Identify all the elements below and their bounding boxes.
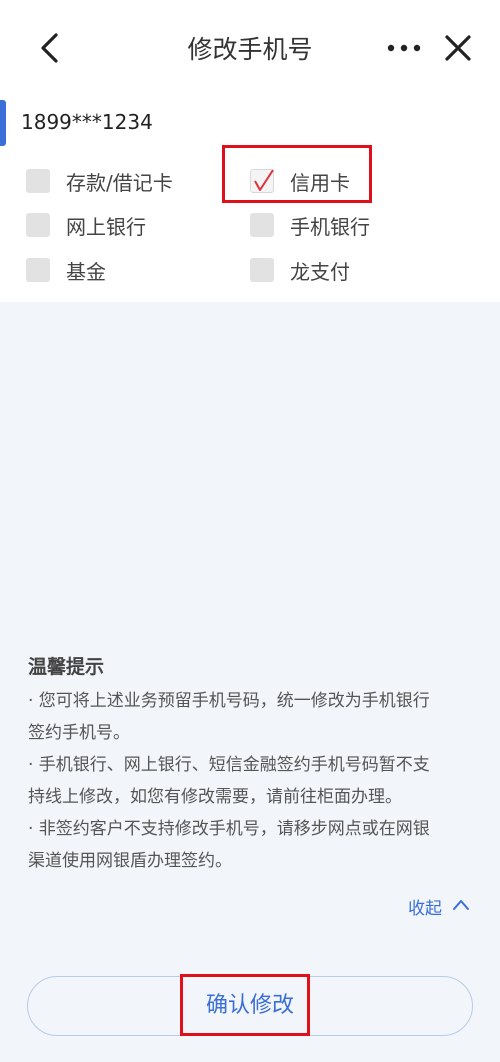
- chevron-up-icon[interactable]: [452, 898, 470, 912]
- tip-line: · 手机银行、网上银行、短信金融签约手机号码暂不支: [28, 755, 430, 775]
- highlight-box-credit-card: [222, 145, 372, 203]
- checkbox[interactable]: [250, 258, 274, 282]
- tip-line: 渠道使用网银盾办理签约。: [28, 851, 232, 871]
- option-label: 基金: [66, 260, 106, 284]
- option-label: 龙支付: [290, 260, 350, 284]
- page-title: 修改手机号: [187, 35, 313, 64]
- tips-title: 温馨提示: [28, 656, 105, 678]
- tip-line: · 非签约客户不支持修改手机号，请移步网点或在网银: [28, 819, 430, 839]
- option-label: 存款/借记卡: [66, 171, 173, 195]
- tip-line: 签约手机号。: [28, 723, 130, 743]
- option-label: 网上银行: [66, 215, 146, 239]
- checkbox[interactable]: [26, 213, 50, 237]
- tip-line: 持线上修改，如您有修改需要，请前往柜面办理。: [28, 787, 402, 807]
- phone-number: 1899***1234: [21, 110, 153, 134]
- checkbox[interactable]: [26, 258, 50, 282]
- more-icon[interactable]: [386, 38, 422, 58]
- option-label: 手机银行: [290, 215, 370, 239]
- checkbox[interactable]: [26, 169, 50, 193]
- highlight-box-confirm: [180, 974, 310, 1036]
- collapse-link[interactable]: 收起: [408, 894, 442, 919]
- checkbox[interactable]: [250, 213, 274, 237]
- close-icon[interactable]: [444, 34, 472, 62]
- accent-bar: [0, 100, 6, 146]
- top-bar: 修改手机号: [0, 0, 500, 96]
- tip-line: · 您可将上述业务预留手机号码，统一修改为手机银行: [28, 691, 430, 711]
- tips-section: 温馨提示 · 您可将上述业务预留手机号码，统一修改为手机银行 签约手机号。 · …: [28, 652, 476, 877]
